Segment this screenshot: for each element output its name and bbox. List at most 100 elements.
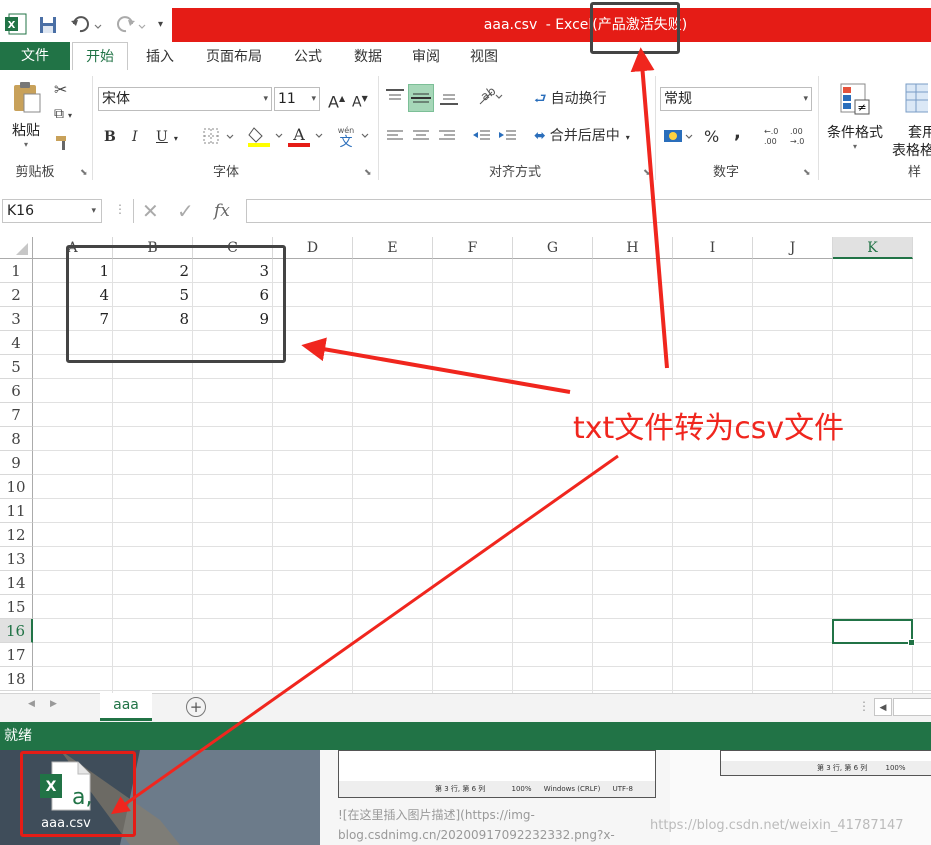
row-header-5[interactable]: 5 [0,355,33,379]
svg-text:.00: .00 [764,137,777,146]
cancel-icon[interactable]: ✕ [142,199,159,223]
clipboard-launcher-icon[interactable]: ⬊ [80,168,88,178]
row-header-1[interactable]: 1 [0,259,33,283]
row-header-14[interactable]: 14 [0,571,33,595]
underline-button[interactable]: U ▾ [156,126,178,148]
tab-view[interactable]: 视图 [460,44,508,70]
tab-formulas[interactable]: 公式 [284,44,332,70]
row-header-18[interactable]: 18 [0,667,33,691]
row-header-11[interactable]: 11 [0,499,33,523]
enter-icon[interactable]: ✓ [177,199,194,223]
font-color-icon[interactable]: A [288,124,326,147]
row-header-13[interactable]: 13 [0,547,33,571]
row-header-10[interactable]: 10 [0,475,33,499]
tab-file[interactable]: 文件 [0,42,70,70]
phonetic-guide-icon[interactable]: wén 文 [336,124,372,150]
column-header-k[interactable]: K [833,237,913,259]
align-left-icon[interactable] [384,126,406,150]
row-header-6[interactable]: 6 [0,379,33,403]
formula-input[interactable] [246,199,931,223]
chevron-down-icon: ▾ [625,133,630,142]
tab-review[interactable]: 审阅 [402,44,450,70]
active-cell-selection[interactable] [832,619,915,646]
font-size-select[interactable]: 11 ▾ [274,87,320,111]
decrease-decimal-icon[interactable]: .00 →.0 [788,124,810,152]
align-bottom-icon[interactable] [438,86,460,112]
insert-function-button[interactable]: fx [214,199,230,223]
svg-text:文: 文 [339,135,352,148]
tab-page-layout[interactable]: 页面布局 [196,44,272,70]
preview-window: 第 3 行, 第 6 列 100% Windows (CRLF) UTF-8 [338,750,656,798]
row-header-9[interactable]: 9 [0,451,33,475]
number-launcher-icon[interactable]: ⬊ [803,168,811,178]
cut-icon[interactable]: ✂ [54,80,67,99]
align-top-icon[interactable] [384,86,406,112]
align-right-icon[interactable] [436,126,458,150]
font-name-select[interactable]: 宋体 ▾ [98,87,272,111]
percent-button[interactable]: % [704,126,719,148]
column-gridline [432,259,433,693]
tab-home[interactable]: 开始 [72,42,128,70]
column-header-h[interactable]: H [593,237,673,259]
row-header-2[interactable]: 2 [0,283,33,307]
increase-decimal-icon[interactable]: ←.0.00 [762,124,784,152]
row-header-17[interactable]: 17 [0,643,33,667]
increase-indent-icon[interactable] [496,126,518,150]
horizontal-scroll-left-icon[interactable]: ◀ [874,698,892,716]
column-header-f[interactable]: F [433,237,513,259]
font-launcher-icon[interactable]: ⬊ [364,168,372,178]
row-header-3[interactable]: 3 [0,307,33,331]
formula-bar-grip-icon: ⋮ [114,202,126,216]
column-header-e[interactable]: E [353,237,433,259]
shrink-font-button[interactable]: A▼ [352,88,368,111]
comma-button[interactable]: , [734,122,741,144]
select-all-corner[interactable] [0,237,33,259]
markdown-text-line-1: ![在这里插入图片描述](https://img- [338,808,535,822]
conditional-format-button[interactable]: ≠ 条件格式 ▾ [822,80,888,151]
align-middle-icon[interactable] [408,84,434,112]
merge-center-button[interactable]: ⬌ 合并后居中 ▾ [534,125,630,147]
row-gridline [33,498,931,499]
grow-font-button[interactable]: A▲ [328,88,345,111]
borders-icon[interactable] [202,126,236,148]
row-header-15[interactable]: 15 [0,595,33,619]
name-box[interactable]: K16 ▾ [2,199,102,223]
row-header-8[interactable]: 8 [0,427,33,451]
row-header-7[interactable]: 7 [0,403,33,427]
tab-splitter-icon[interactable]: ⋮ [858,699,870,713]
preview-status-encoding: UTF-8 [612,785,634,793]
format-as-table-button[interactable]: 套用 表格格 [892,80,931,160]
bold-button[interactable]: B [104,126,116,148]
paste-icon [14,82,41,113]
chevron-down-icon: ▾ [803,94,808,104]
horizontal-scrollbar[interactable] [893,698,931,716]
decrease-indent-icon[interactable] [470,126,492,150]
sheet-tab-aaa[interactable]: aaa [100,693,152,721]
merge-center-icon: ⬌ [534,128,546,144]
number-format-select[interactable]: 常规 ▾ [660,87,812,111]
column-header-j[interactable]: J [753,237,833,259]
alignment-group-label: 对齐方式 [488,165,541,180]
italic-button[interactable]: I [132,126,138,148]
format-painter-icon[interactable] [54,134,72,156]
row-header-4[interactable]: 4 [0,331,33,355]
orientation-icon[interactable]: ab [472,84,506,112]
scroll-sheets-left-icon[interactable]: ◀ [28,699,35,709]
accounting-format-icon[interactable] [662,124,696,152]
column-gridline [512,259,513,693]
scroll-sheets-right-icon[interactable]: ▶ [50,699,57,709]
row-header-16[interactable]: 16 [0,619,33,643]
column-header-g[interactable]: G [513,237,593,259]
column-header-i[interactable]: I [673,237,753,259]
fill-color-icon[interactable] [248,124,286,147]
tab-data[interactable]: 数据 [344,44,392,70]
annotation-box-title [590,2,680,54]
alignment-launcher-icon[interactable]: ⬊ [643,168,651,178]
row-header-12[interactable]: 12 [0,523,33,547]
tab-insert[interactable]: 插入 [136,44,184,70]
paste-button[interactable]: 粘贴 ▾ [6,80,46,149]
copy-icon[interactable]: ⧉ ▾ [54,106,72,122]
add-sheet-icon[interactable]: + [186,697,206,717]
wrap-text-button[interactable]: ⮐ 自动换行 [534,88,607,110]
align-center-icon[interactable] [410,126,432,150]
